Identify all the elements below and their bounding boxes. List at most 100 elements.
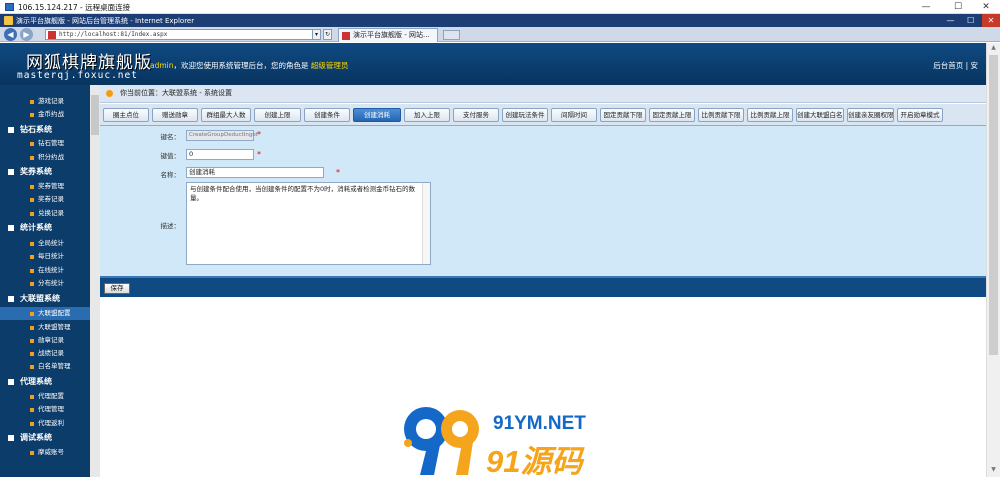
tab-max-members[interactable]: 群组最大人数 [201,108,251,122]
app-header: 网狐棋牌旗舰版 masterqj.foxuc.net admin，欢迎您使用系统… [0,43,986,85]
location-icon [106,90,113,97]
watermark-logo: 91YM.NET 91源码 [398,403,608,477]
ie-window-icon [4,16,13,25]
sidebar-item-medal-record[interactable]: 勋章记录 [0,334,90,347]
group-icon [8,225,14,231]
sidebar-scrollbar[interactable] [90,85,100,477]
sidebar-item-debug-account[interactable]: 摩威账号 [0,446,90,459]
tab-create-cost[interactable]: 创建消耗 [353,108,401,122]
rdp-close-button[interactable]: ✕ [972,0,1000,14]
sidebar-item-alliance-config[interactable]: 大联盟配置 [0,307,90,320]
tab-create-rule-condition[interactable]: 创建玩法条件 [502,108,548,122]
save-button[interactable]: 保存 [104,283,130,294]
sidebar-scroll-thumb[interactable] [91,95,99,135]
tab-create-limit[interactable]: 创建上限 [254,108,301,122]
sidebar-item-agent-config[interactable]: 代理配置 [0,390,90,403]
scroll-down-icon[interactable]: ▼ [987,466,1000,476]
rdp-maximize-button[interactable]: ☐ [944,0,972,14]
rdp-window-title: 106.15.124.217 - 远程桌面连接 [18,3,131,12]
sidebar: 游戏记录 金币约战 钻石系统 钻石管理 积分约战 奖券系统 奖券管理 奖券记录 … [0,85,100,477]
sidebar-group-ticket[interactable]: 奖券系统 [0,165,90,179]
bullet-icon [30,339,34,343]
refresh-icon[interactable]: ↻ [323,29,332,40]
back-arrow-icon[interactable]: ◀ [4,28,17,41]
bullet-icon [30,100,34,104]
sidebar-item-global-stats[interactable]: 全局统计 [0,237,90,250]
bullet-icon [30,113,34,117]
textarea-scrollbar[interactable] [422,183,430,264]
url-input[interactable]: http://localhost:81/Index.aspx [45,29,320,40]
url-text: http://localhost:81/Index.aspx [59,31,168,38]
sidebar-item-ticket-record[interactable]: 奖券记录 [0,193,90,206]
sidebar-item-distribution-stats[interactable]: 分布统计 [0,277,90,290]
bullet-icon [30,255,34,259]
group-icon [8,169,14,175]
sidebar-group-debug[interactable]: 调试系统 [0,431,90,445]
bullet-icon [30,352,34,356]
sidebar-item-diamond-manage[interactable]: 钻石管理 [0,137,90,150]
description-textarea[interactable]: 与创建条件配合使用，当创建条件的配置不为0时，消耗或者检测金币钻石的数量。 [186,182,431,265]
tab-join-limit[interactable]: 加入上限 [404,108,450,122]
tab-ratio-contrib-min[interactable]: 比例贡献下限 [698,108,744,122]
tab-interval-time[interactable]: 间隔时间 [551,108,597,122]
tab-alliance-whitelist[interactable]: 创建大联盟白名单 [796,108,844,122]
sidebar-item-gold-battle[interactable]: 金币约战 [0,108,90,121]
page-scrollbar[interactable]: ▲ ▼ [986,43,1000,477]
sidebar-item-game-record[interactable]: 游戏记录 [0,95,90,108]
sidebar-item-daily-stats[interactable]: 每日统计 [0,250,90,263]
sidebar-item-exchange-record[interactable]: 兑换记录 [0,207,90,220]
required-marker: * [257,130,261,139]
bullet-icon [30,422,34,426]
tab-friend-circle-permission[interactable]: 创建亲友圈权限 [847,108,894,122]
key-value-field[interactable]: 0 [186,149,254,160]
scroll-thumb[interactable] [989,55,998,355]
tab-fixed-contrib-max[interactable]: 固定贡献上限 [649,108,695,122]
sidebar-item-online-stats[interactable]: 在线统计 [0,264,90,277]
watermark-brand: 91源码 [486,444,583,477]
rdp-minimize-button[interactable]: — [912,0,940,14]
browser-tab[interactable]: 演示平台旗舰版 - 网站... [338,28,438,42]
bullet-icon [30,395,34,399]
tab-payment-service[interactable]: 支付服务 [453,108,499,122]
browser-tab-label: 演示平台旗舰版 - 网站... [353,31,430,39]
sidebar-item-whitelist-manage[interactable]: 白名单管理 [0,360,90,373]
bullet-icon [30,212,34,216]
sidebar-item-alliance-manage[interactable]: 大联盟管理 [0,321,90,334]
tab-ratio-contrib-max[interactable]: 比例贡献上限 [747,108,793,122]
tab-create-condition[interactable]: 创建条件 [304,108,350,122]
tab-gift-medal[interactable]: 赠送勋章 [152,108,198,122]
group-icon [8,435,14,441]
tab-circle-owner-point[interactable]: 圈主点位 [103,108,149,122]
name-field[interactable]: 创建消耗 [186,167,324,178]
search-dropdown-icon[interactable]: ▾ [312,29,321,40]
breadcrumb-path: 大联盟系统 - 系统设置 [162,89,232,97]
bullet-icon [30,242,34,246]
header-home-link[interactable]: 后台首页 | 安 [933,60,978,71]
key-name-field: CreateGroupDeductIngot [186,130,258,141]
sidebar-group-stats[interactable]: 统计系统 [0,221,90,235]
name-label: 名称： [160,171,181,179]
sidebar-item-ticket-manage[interactable]: 奖券管理 [0,180,90,193]
scroll-up-icon[interactable]: ▲ [987,44,1000,54]
user-role: 超级管理员 [310,61,349,70]
form-action-bar: 保存 [100,276,986,297]
sidebar-group-diamond[interactable]: 钻石系统 [0,123,90,137]
ie-maximize-button[interactable]: ☐ [962,14,980,27]
sidebar-group-alliance[interactable]: 大联盟系统 [0,292,90,306]
welcome-text: ，欢迎您使用系统管理后台，您的角色是 [173,61,309,70]
tab-fixed-contrib-min[interactable]: 固定贡献下限 [600,108,646,122]
bullet-icon [30,269,34,273]
ie-minimize-button[interactable]: — [942,14,960,27]
ie-title-bar: 演示平台旗舰版 - 网站后台管理系统 - Internet Explorer —… [0,14,1000,27]
sidebar-item-score-battle[interactable]: 积分约战 [0,151,90,164]
settings-form: 键名： CreateGroupDeductIngot * 键值： 0 * 名称：… [100,126,986,276]
ie-close-button[interactable]: ✕ [982,14,1000,27]
bullet-icon [30,408,34,412]
sidebar-group-agent[interactable]: 代理系统 [0,375,90,389]
sidebar-item-agent-manage[interactable]: 代理管理 [0,403,90,416]
sidebar-item-battle-record[interactable]: 战绩记录 [0,347,90,360]
new-tab-button[interactable] [443,30,460,40]
tab-medal-mode[interactable]: 开启勋章模式 [897,108,943,122]
forward-arrow-icon[interactable]: ▶ [20,28,33,41]
sidebar-item-agent-rebate[interactable]: 代理返利 [0,417,90,430]
